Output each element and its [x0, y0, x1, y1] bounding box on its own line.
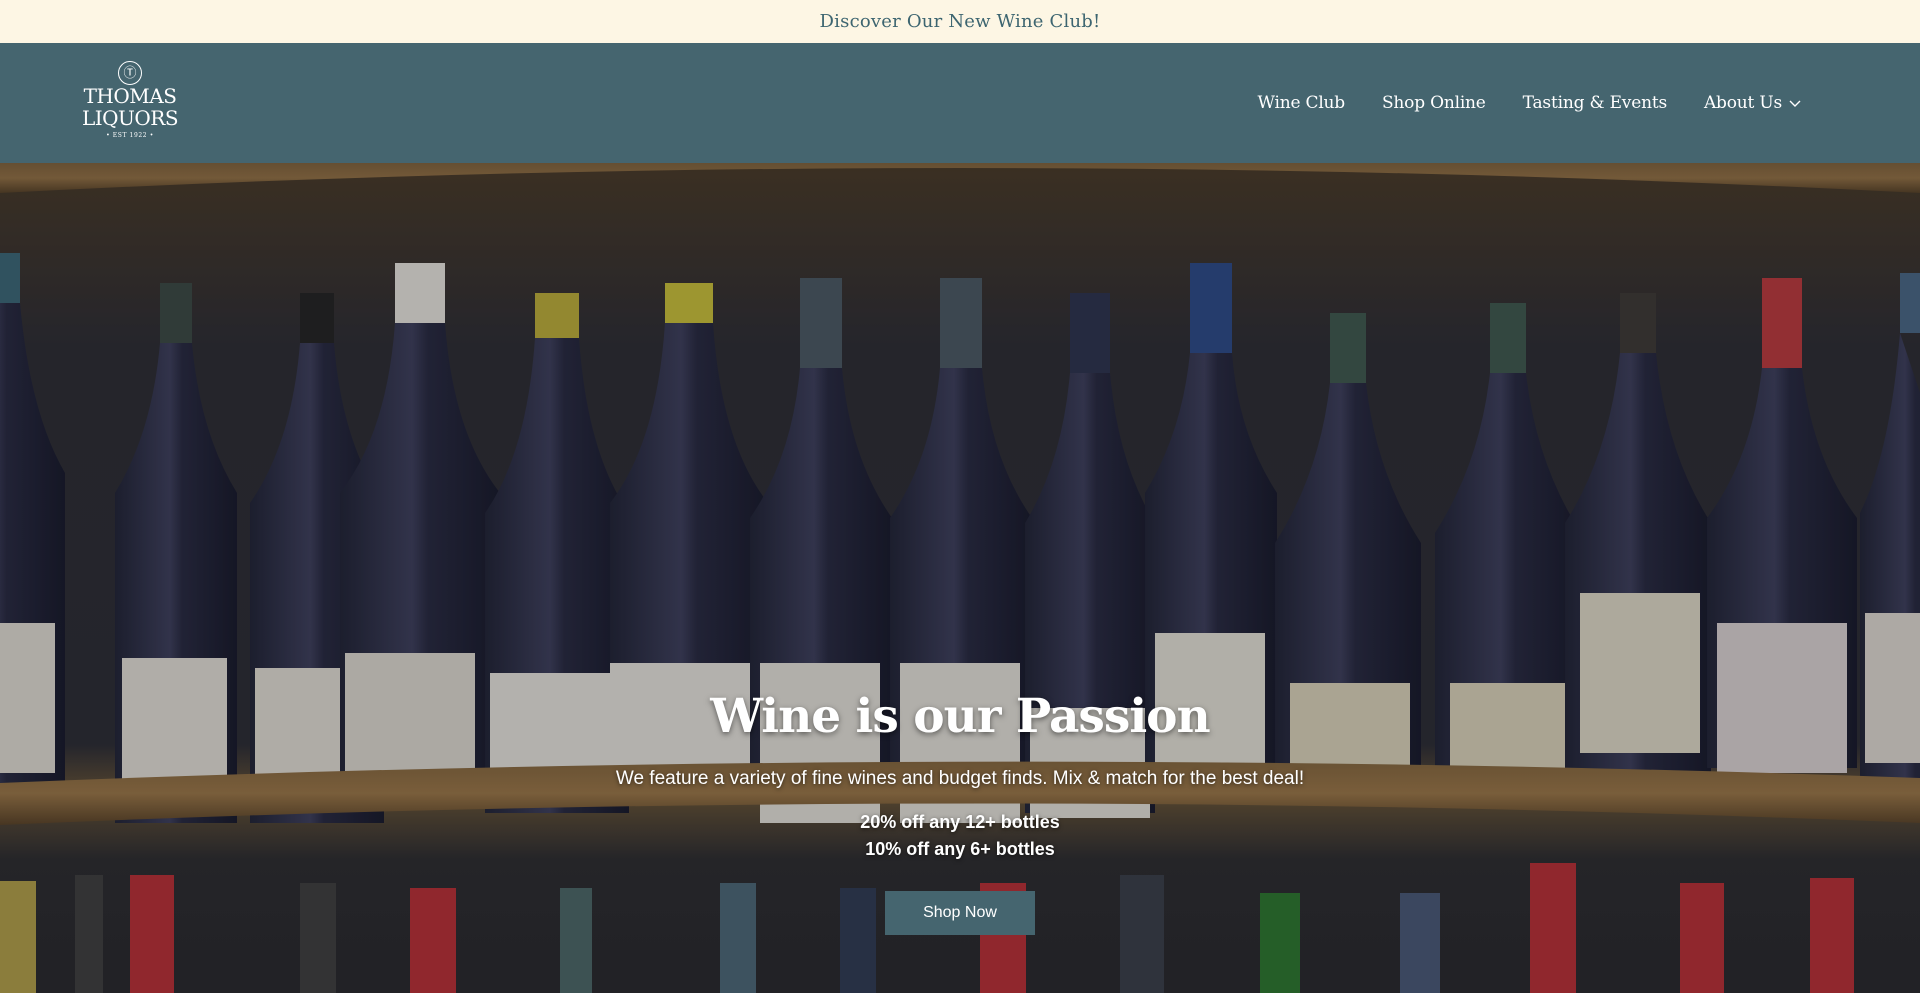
nav-label: Tasting & Events — [1522, 93, 1667, 113]
logo-est: • EST 1922 • — [106, 132, 154, 139]
thomas-liquors-logo[interactable]: Ⓣ THOMAS LIQUORS • EST 1922 • — [80, 61, 180, 147]
nav-label: Shop Online — [1381, 93, 1486, 113]
nav-wine-club[interactable]: Wine Club — [1257, 93, 1345, 113]
logo-text-line-1: THOMAS — [83, 84, 177, 108]
site-header: Ⓣ THOMAS LIQUORS • EST 1922 • Wine Club … — [0, 43, 1920, 163]
chevron-down-icon — [1789, 100, 1801, 107]
hero-offers: 20% off any 12+ bottles 10% off any 6+ b… — [860, 809, 1060, 863]
offer-12-bottles: 20% off any 12+ bottles — [860, 812, 1060, 832]
hero-subtitle: We feature a variety of fine wines and b… — [615, 768, 1305, 789]
nav-label: Wine Club — [1257, 93, 1345, 113]
hero-banner: Wine is our Passion We feature a variety… — [0, 163, 1920, 993]
announcement-bar: Discover Our New Wine Club! — [0, 0, 1920, 43]
nav-tasting-events[interactable]: Tasting & Events — [1523, 93, 1667, 113]
logo-monogram-icon: Ⓣ — [118, 61, 142, 85]
hero-content: Wine is our Passion We feature a variety… — [0, 686, 1920, 935]
nav-about-us[interactable]: About Us — [1704, 93, 1802, 113]
nav-label: About Us — [1703, 93, 1782, 113]
shop-now-button[interactable]: Shop Now — [885, 891, 1035, 935]
offer-6-bottles: 10% off any 6+ bottles — [865, 839, 1055, 859]
hero-title: Wine is our Passion — [710, 689, 1210, 744]
nav-shop-online[interactable]: Shop Online — [1382, 93, 1486, 113]
wine-club-announcement-link[interactable]: Discover Our New Wine Club! — [820, 11, 1101, 32]
main-nav: Wine Club Shop Online Tasting & Events A… — [1257, 43, 1802, 163]
logo-text-line-2: LIQUORS — [81, 106, 179, 130]
